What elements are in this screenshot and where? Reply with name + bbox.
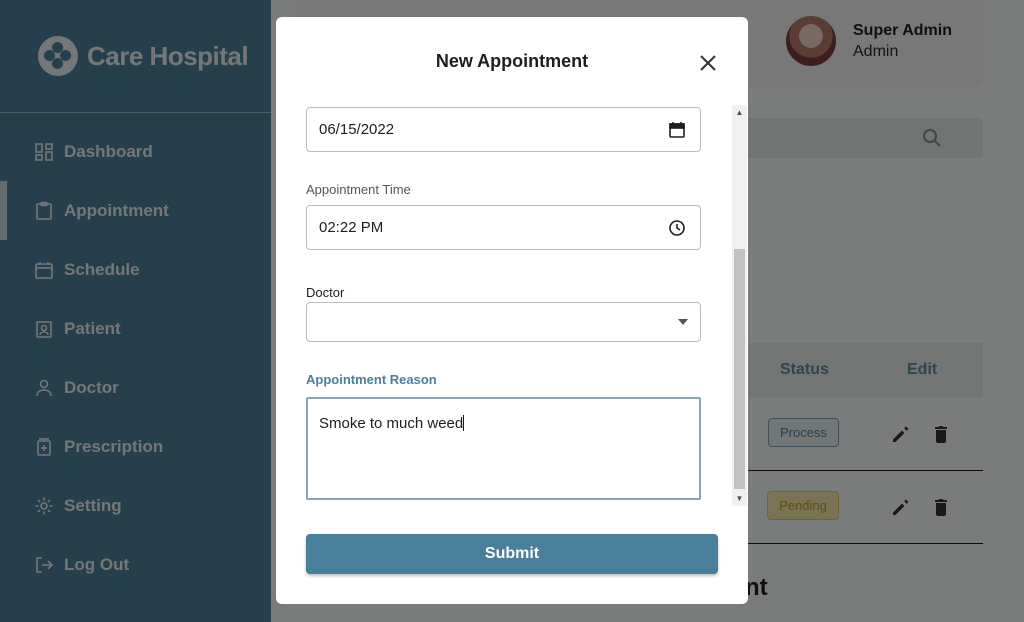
doctor-label: Doctor [306, 285, 345, 300]
scroll-down-icon[interactable]: ▼ [732, 491, 747, 506]
appointment-reason-textarea[interactable]: Smoke to much weed [306, 397, 701, 500]
form-scroll-area[interactable]: 06/15/2022 Appointment Time 02:22 PM Doc… [276, 105, 748, 507]
appointment-time-label: Appointment Time [306, 182, 411, 197]
appointment-reason-label: Appointment Reason [306, 372, 437, 387]
calendar-icon[interactable] [668, 121, 686, 139]
new-appointment-modal: New Appointment 06/15/2022 Appointment T… [276, 17, 748, 604]
scrollbar[interactable]: ▲ ▼ [732, 105, 747, 506]
text-caret [463, 415, 465, 431]
scroll-up-icon[interactable]: ▲ [732, 105, 747, 120]
close-icon[interactable] [696, 51, 720, 75]
date-value: 06/15/2022 [319, 121, 395, 138]
appointment-time-field[interactable]: 02:22 PM [306, 205, 701, 250]
submit-button[interactable]: Submit [306, 534, 718, 574]
appointment-date-field[interactable]: 06/15/2022 [306, 107, 701, 152]
time-value: 02:22 PM [319, 219, 384, 236]
scrollbar-thumb[interactable] [734, 249, 745, 489]
doctor-select[interactable] [306, 302, 701, 342]
reason-value: Smoke to much weed [319, 415, 464, 432]
clock-icon[interactable] [668, 219, 686, 237]
modal-title: New Appointment [435, 51, 589, 71]
chevron-down-icon [678, 319, 688, 325]
